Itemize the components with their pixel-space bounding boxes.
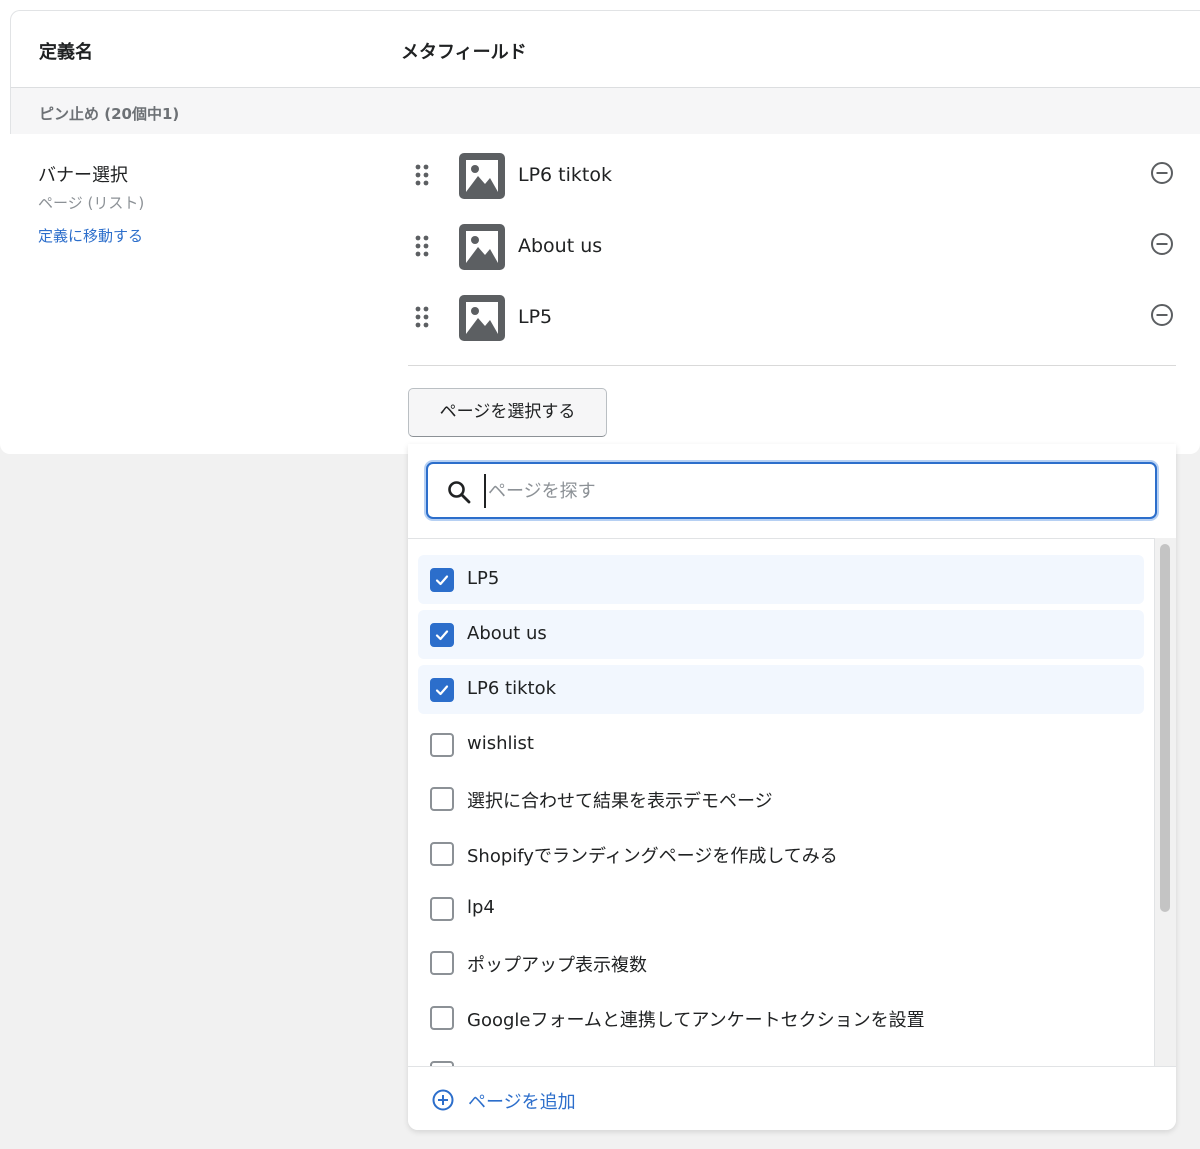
- definition-type: ページ (リスト): [38, 194, 145, 212]
- page-option-list: LP5 About us LP6 tiktok wishlist 選択に合わせて…: [418, 552, 1144, 1072]
- option-label: ポップアップ表示複数: [467, 955, 647, 976]
- list-item[interactable]: Googleフォームと連携してアンケートセクションを設置: [418, 993, 1144, 1042]
- check-icon: [435, 685, 449, 696]
- selected-item-label: About us: [518, 235, 603, 257]
- add-page-link[interactable]: ページを追加: [468, 1088, 576, 1114]
- table-header: 定義名 メタフィールド: [10, 10, 1200, 88]
- checkbox-checked[interactable]: [430, 568, 454, 592]
- list-item[interactable]: ポップアップ表示複数: [418, 938, 1144, 987]
- checkbox-checked[interactable]: [430, 678, 454, 702]
- header-metafield: メタフィールド: [401, 42, 527, 63]
- option-label: wishlist: [467, 733, 534, 754]
- option-label: Googleフォームと連携してアンケートセクションを設置: [467, 1010, 925, 1031]
- divider: [408, 538, 1176, 539]
- selected-item-label: LP6 tiktok: [518, 164, 612, 186]
- remove-circle-icon[interactable]: [1150, 303, 1174, 327]
- checkbox-unchecked[interactable]: [430, 842, 454, 866]
- checkbox-checked[interactable]: [430, 623, 454, 647]
- image-icon: [459, 295, 505, 341]
- checkbox-unchecked[interactable]: [430, 897, 454, 921]
- checkbox-unchecked[interactable]: [430, 1006, 454, 1030]
- list-item[interactable]: lp4: [418, 884, 1144, 933]
- option-label: lp4: [467, 897, 495, 918]
- option-label: About us: [467, 623, 547, 644]
- add-circle-icon[interactable]: [432, 1089, 454, 1111]
- list-item[interactable]: LP6 tiktok: [418, 665, 1144, 714]
- selected-item-label: LP5: [518, 306, 553, 328]
- header-definition-name: 定義名: [39, 42, 93, 63]
- search-icon: [448, 481, 471, 504]
- search-input[interactable]: [484, 474, 1124, 508]
- check-icon: [435, 575, 449, 586]
- drag-handle-icon[interactable]: [414, 163, 430, 187]
- scrollbar-thumb[interactable]: [1160, 544, 1170, 912]
- image-icon: [459, 224, 505, 270]
- list-item[interactable]: 選択に合わせて結果を表示デモページ: [418, 774, 1144, 823]
- selected-item-row: LP6 tiktok: [408, 145, 1176, 205]
- remove-circle-icon[interactable]: [1150, 232, 1174, 256]
- check-icon: [435, 630, 449, 641]
- list-item[interactable]: wishlist: [418, 720, 1144, 769]
- selected-item-row: About us: [408, 216, 1176, 276]
- definition-name: バナー選択: [38, 165, 128, 186]
- option-label: LP6 tiktok: [467, 678, 557, 699]
- checkbox-unchecked[interactable]: [430, 787, 454, 811]
- drag-handle-icon[interactable]: [414, 305, 430, 329]
- drag-handle-icon[interactable]: [414, 234, 430, 258]
- option-label: LP5: [467, 568, 500, 589]
- select-pages-button[interactable]: ページを選択する: [408, 388, 607, 437]
- list-item[interactable]: LP5: [418, 555, 1144, 604]
- divider: [408, 365, 1176, 366]
- option-label: 選択に合わせて結果を表示デモページ: [467, 791, 773, 812]
- option-label: Shopifyでランディングページを作成してみる: [467, 846, 838, 867]
- checkbox-unchecked[interactable]: [430, 951, 454, 975]
- list-item[interactable]: Shopifyでランディングページを作成してみる: [418, 829, 1144, 878]
- image-icon: [459, 153, 505, 199]
- pinned-section-header: ピン止め (20個中1): [10, 88, 1200, 134]
- pinned-label: ピン止め (20個中1): [39, 105, 180, 123]
- checkbox-unchecked[interactable]: [430, 733, 454, 757]
- popover-footer: ページを追加: [408, 1066, 1176, 1130]
- go-to-definition-link[interactable]: 定義に移動する: [38, 225, 143, 246]
- search-field: [426, 462, 1157, 519]
- selected-item-row: LP5: [408, 287, 1176, 347]
- remove-circle-icon[interactable]: [1150, 161, 1174, 185]
- list-item[interactable]: About us: [418, 610, 1144, 659]
- metafield-card: 定義名 メタフィールド ピン止め (20個中1) バナー選択 ページ (リスト)…: [0, 0, 1200, 454]
- page-picker-popover: LP5 About us LP6 tiktok wishlist 選択に合わせて…: [408, 444, 1176, 1130]
